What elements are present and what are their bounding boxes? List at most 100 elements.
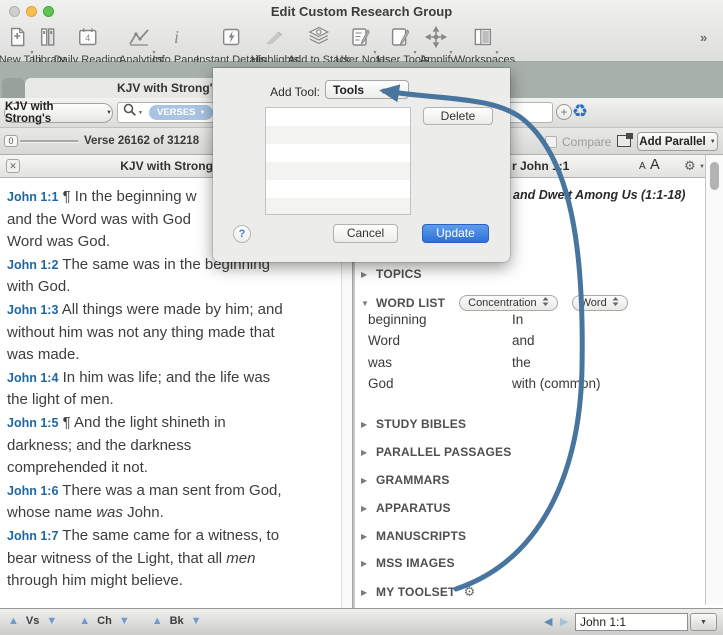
verse-reference[interactable]: John 1:2 <box>7 258 58 272</box>
research-pane-title-fragment: r John 1:1 <box>512 159 569 173</box>
bible-text-line: bear witness of the Light, that all men <box>7 548 341 571</box>
verse-text: John. <box>123 504 164 521</box>
bible-text-line: with God. <box>7 276 341 299</box>
edit-custom-research-group-dialog: Add Tool: Tools ▼ Delete ? Cancel Update <box>213 68 510 262</box>
section-mss-images[interactable]: ▶MSS IMAGES <box>361 556 455 570</box>
section-label: APPARATUS <box>376 501 451 515</box>
my-toolset-gear-icon[interactable]: ⚙ <box>464 584 476 600</box>
add-tool-label: Add Tool: <box>238 85 320 99</box>
add-search-tab-button[interactable]: + <box>556 104 572 120</box>
verse-reference[interactable]: John 1:5 <box>7 416 58 430</box>
toolbar-button-workspaces[interactable]: ▼Workspaces <box>455 26 515 66</box>
word-list-term: Word <box>368 333 400 348</box>
toolbar-button-daily-reading[interactable]: 4Daily Reading <box>54 26 122 66</box>
word-list-term: was <box>368 355 392 370</box>
tab-stub[interactable] <box>2 78 25 98</box>
history-back-button[interactable]: ◀ <box>544 615 552 628</box>
add-parallel-button[interactable]: Add Parallel ▼ <box>637 132 718 151</box>
verse-up-button[interactable]: ▲ <box>8 614 19 628</box>
highlights-icon <box>263 26 287 48</box>
verse-text: through him might believe. <box>7 572 183 589</box>
section-manuscripts[interactable]: ▶MANUSCRIPTS <box>361 529 466 543</box>
module-selector-label: KJV with Strong's <box>5 101 101 125</box>
bible-text-line: John 1:6 There was a man sent from God, <box>7 480 341 503</box>
user-tools-icon <box>390 26 412 48</box>
verse-reference[interactable]: John 1:4 <box>7 371 58 385</box>
update-button[interactable]: Update <box>422 224 489 243</box>
section-label: PARALLEL PASSAGES <box>376 445 511 459</box>
svg-text:4: 4 <box>85 33 90 43</box>
up-down-arrows-icon <box>542 297 549 309</box>
verse-text: bear witness of the Light, that all <box>7 550 226 567</box>
verse-text: darkness; and the darkness <box>7 437 191 454</box>
verse-nav-label: Vs <box>26 615 39 627</box>
section-grammars[interactable]: ▶GRAMMARS <box>361 473 450 487</box>
cancel-button[interactable]: Cancel <box>333 224 398 243</box>
split-pane-icon[interactable] <box>617 135 631 147</box>
verse-text: All things were made by him; and <box>58 301 282 318</box>
verse-down-button[interactable]: ▼ <box>46 614 57 628</box>
scrollbar-thumb[interactable] <box>710 162 719 190</box>
chapter-down-button[interactable]: ▼ <box>119 614 130 628</box>
chapter-nav-label: Ch <box>97 615 112 627</box>
help-button[interactable]: ? <box>233 225 251 243</box>
accordance-window: Edit Custom Research Group ▼New TabLibra… <box>0 0 723 635</box>
scope-pill-verses[interactable]: VERSES ▼ <box>149 105 214 120</box>
chevron-down-icon: ▼ <box>106 110 112 116</box>
research-recycle-icon[interactable]: ♻ <box>572 101 588 122</box>
decrease-text-size-button[interactable]: A <box>639 161 646 172</box>
section-topics[interactable]: ▶TOPICS <box>361 267 422 281</box>
section-label: TOPICS <box>376 267 422 281</box>
book-down-button[interactable]: ▼ <box>191 614 202 628</box>
word-list-display-selector[interactable]: Word <box>572 295 628 311</box>
verse-text: whose name <box>7 504 96 521</box>
section-study-bibles[interactable]: ▶STUDY BIBLES <box>361 417 466 431</box>
toolbar-overflow-chevron[interactable]: » <box>700 30 706 45</box>
tool-type-dropdown[interactable]: Tools ▼ <box>325 80 409 99</box>
word-list-sort-selector[interactable]: Concentration <box>459 295 558 311</box>
toolbar-button-info-pane[interactable]: iInfo Pane <box>152 26 199 66</box>
section-parallel-passages[interactable]: ▶PARALLEL PASSAGES <box>361 445 511 459</box>
module-selector[interactable]: KJV with Strong's ▼ <box>4 103 113 123</box>
reference-dropdown-button[interactable]: ▼ <box>690 613 717 631</box>
verse-reference[interactable]: John 1:7 <box>7 529 58 543</box>
verse-slider-value[interactable]: 0 <box>4 135 18 147</box>
increase-text-size-button[interactable]: A <box>650 157 660 173</box>
tool-list-box[interactable] <box>265 107 411 215</box>
user-notes-icon <box>350 26 372 48</box>
word-list-value: and <box>512 333 535 348</box>
history-forward-button[interactable]: ▶ <box>560 615 568 628</box>
word-list-value: the <box>512 355 531 370</box>
verse-text: comprehended it not. <box>7 459 148 476</box>
section-my-toolset[interactable]: ▶MY TOOLSET⚙ <box>361 584 475 600</box>
section-label: GRAMMARS <box>376 473 450 487</box>
verse-reference[interactable]: John 1:6 <box>7 484 58 498</box>
verse-text: was made. <box>7 346 80 363</box>
bible-text-line: the light of men. <box>7 389 341 412</box>
delete-button[interactable]: Delete <box>423 107 493 125</box>
toolbar-button-amplify[interactable]: ▼Amplify <box>420 26 456 66</box>
sort-selector-value: Concentration <box>468 297 537 309</box>
research-pane-scrollbar[interactable] <box>705 155 723 605</box>
verse-text: without him was not any thing made that <box>7 324 275 341</box>
word-list-term: God <box>368 376 394 391</box>
daily-reading-icon: 4 <box>77 26 99 48</box>
triangle-right-icon: ▶ <box>361 588 370 597</box>
bible-text-line: darkness; and the darkness <box>7 435 341 458</box>
verse-reference-input[interactable] <box>575 613 688 631</box>
up-down-arrows-icon <box>612 297 619 309</box>
verse-slider[interactable] <box>20 140 78 143</box>
chevron-down-icon: ▼ <box>395 87 401 93</box>
verse-reference[interactable]: John 1:3 <box>7 303 58 317</box>
section-label: MSS IMAGES <box>376 556 455 570</box>
book-up-button[interactable]: ▲ <box>152 614 163 628</box>
gear-icon[interactable]: ⚙ <box>684 158 696 174</box>
verse-reference[interactable]: John 1:1 <box>7 190 58 204</box>
section-apparatus[interactable]: ▶APPARATUS <box>361 501 451 515</box>
word-list-value: In <box>512 312 523 327</box>
chevron-down-icon[interactable]: ▼ <box>138 110 143 116</box>
chapter-up-button[interactable]: ▲ <box>79 614 90 628</box>
compare-checkbox[interactable] <box>545 136 557 148</box>
verse-text: In him was life; and the life was <box>58 369 270 386</box>
section-word-list[interactable]: ▼WORD LISTConcentrationWord <box>361 295 628 311</box>
